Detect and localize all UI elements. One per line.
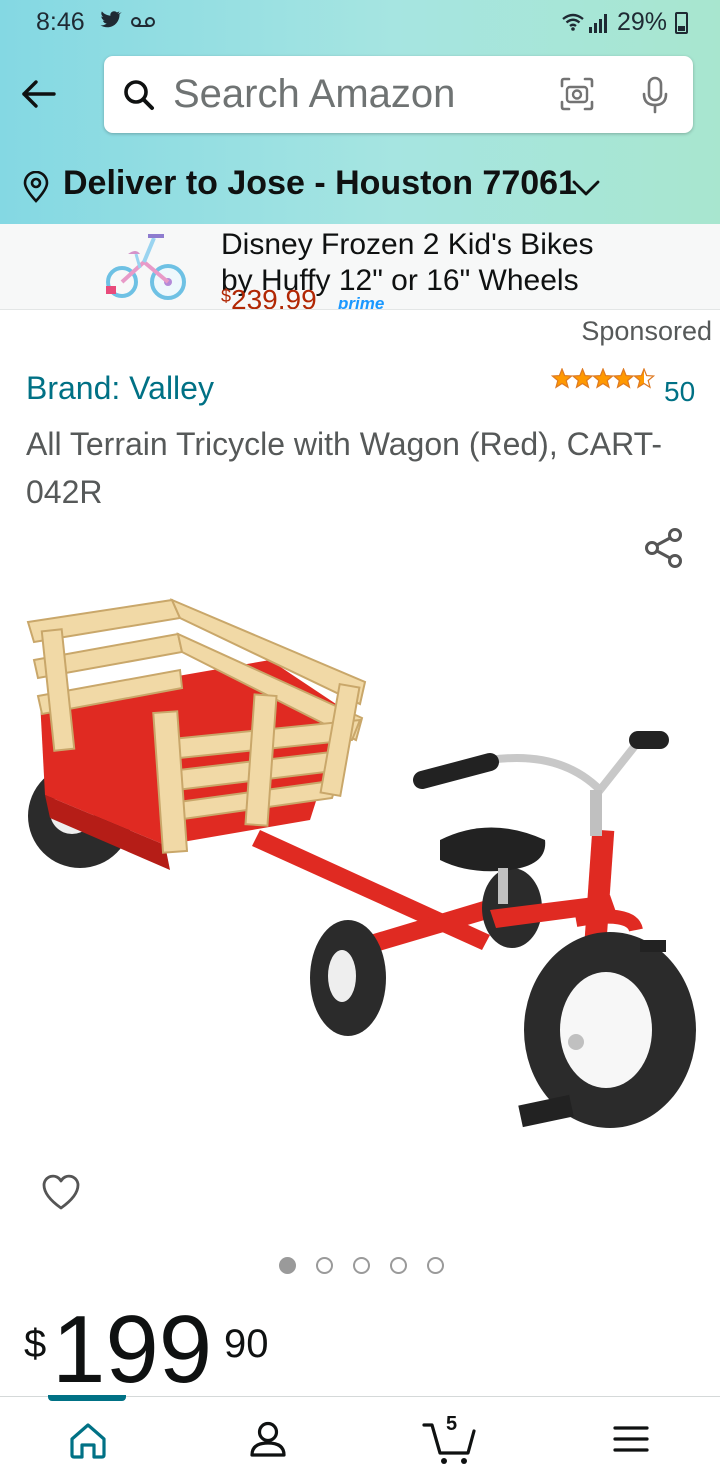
search-placeholder: Search Amazon (173, 72, 456, 116)
ad-price: $239.99 (221, 284, 317, 310)
active-tab-indicator (48, 1395, 126, 1401)
chevron-down-icon (572, 180, 600, 196)
delivery-location-bar[interactable]: Deliver to Jose - Houston 77061 (0, 148, 720, 224)
ad-price-currency: $ (221, 286, 232, 306)
kids-bike-thumbnail (106, 234, 186, 300)
camera-search-icon[interactable] (558, 75, 596, 113)
menu-icon[interactable] (612, 1421, 650, 1457)
rating-count-link[interactable]: 50 (664, 376, 695, 408)
account-icon[interactable] (248, 1419, 288, 1459)
product-title: All Terrain Tricycle with Wagon (Red), C… (26, 426, 663, 510)
price-fraction: 90 (224, 1322, 269, 1366)
image-carousel-dots[interactable] (279, 1257, 444, 1274)
product-image-tricycle-wagon[interactable] (20, 590, 710, 1150)
search-input[interactable]: Search Amazon (104, 56, 693, 133)
delivery-address: Deliver to Jose - Houston 77061 (63, 164, 577, 202)
rating-stars-icon[interactable] (551, 368, 655, 390)
ad-title: Disney Frozen 2 Kid's Bikes (221, 228, 594, 261)
wifi-signal-icon (562, 13, 607, 33)
carousel-dot[interactable] (316, 1257, 333, 1274)
status-bar: 8:46 29% (0, 0, 720, 44)
heart-wishlist-icon[interactable] (40, 1172, 82, 1212)
notification-icons (98, 8, 158, 38)
location-pin-icon (23, 171, 49, 203)
carousel-dot[interactable] (279, 1257, 296, 1274)
battery-icon (675, 11, 688, 34)
search-icon (124, 80, 154, 110)
price-whole: 199 (52, 1296, 213, 1403)
bottom-navigation: 5 (0, 1395, 720, 1480)
sponsored-label: Sponsored (581, 316, 712, 346)
carousel-dot[interactable] (353, 1257, 370, 1274)
home-icon[interactable] (68, 1421, 108, 1461)
twitter-voicemail-icon (100, 11, 155, 28)
cart-count-badge: 5 (446, 1413, 458, 1435)
status-right: 29% (561, 8, 688, 37)
back-arrow-icon[interactable] (20, 74, 60, 114)
ad-price-value: 239.99 (231, 284, 317, 310)
share-icon[interactable] (643, 527, 685, 569)
price-currency: $ (24, 1322, 47, 1366)
sponsored-ad-banner[interactable]: Disney Frozen 2 Kid's Bikes by Huffy 12"… (0, 224, 720, 310)
status-time: 8:46 (36, 8, 85, 36)
microphone-icon[interactable] (638, 75, 672, 115)
brand-link[interactable]: Brand: Valley (26, 370, 214, 407)
carousel-dot[interactable] (427, 1257, 444, 1274)
battery-percent: 29% (616, 8, 667, 36)
carousel-dot[interactable] (390, 1257, 407, 1274)
prime-badge: prime (338, 294, 385, 310)
